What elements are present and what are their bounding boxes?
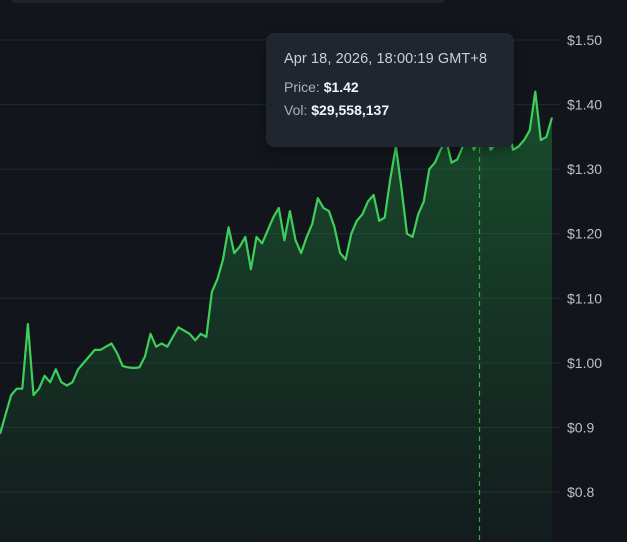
y-tick-label: $1.00 [567, 355, 602, 371]
tooltip-vol-value: $29,558,137 [311, 102, 390, 118]
tooltip-vol-label: Vol: [284, 102, 308, 118]
price-tooltip: Apr 18, 2026, 18:00:19 GMT+8 Price: $1.4… [266, 33, 514, 147]
y-tick-label: $0.9 [567, 419, 594, 435]
y-tick-label: $1.20 [567, 226, 602, 242]
y-tick-label: $1.40 [567, 97, 602, 113]
y-axis: $0.8 $0.9 $1.00 $1.10 $1.20 $1.30 $1.40 $1.50 [567, 32, 602, 500]
tooltip-price-row: Price: $1.42 [284, 79, 496, 95]
tooltip-vol-row: Vol: $29,558,137 [284, 102, 496, 118]
tooltip-price-label: Price: [284, 79, 320, 95]
tooltip-price-value: $1.42 [323, 79, 359, 95]
price-area-fill [0, 91, 552, 542]
tooltip-date: Apr 18, 2026, 18:00:19 GMT+8 [284, 51, 488, 67]
y-tick-label: $0.8 [567, 484, 594, 500]
y-tick-label: $1.30 [567, 161, 602, 177]
y-tick-label: $1.10 [567, 290, 602, 306]
y-tick-label: $1.50 [567, 32, 602, 48]
price-chart[interactable]: $0.8 $0.9 $1.00 $1.10 $1.20 $1.30 $1.40 $1.50 A… [0, 0, 627, 542]
